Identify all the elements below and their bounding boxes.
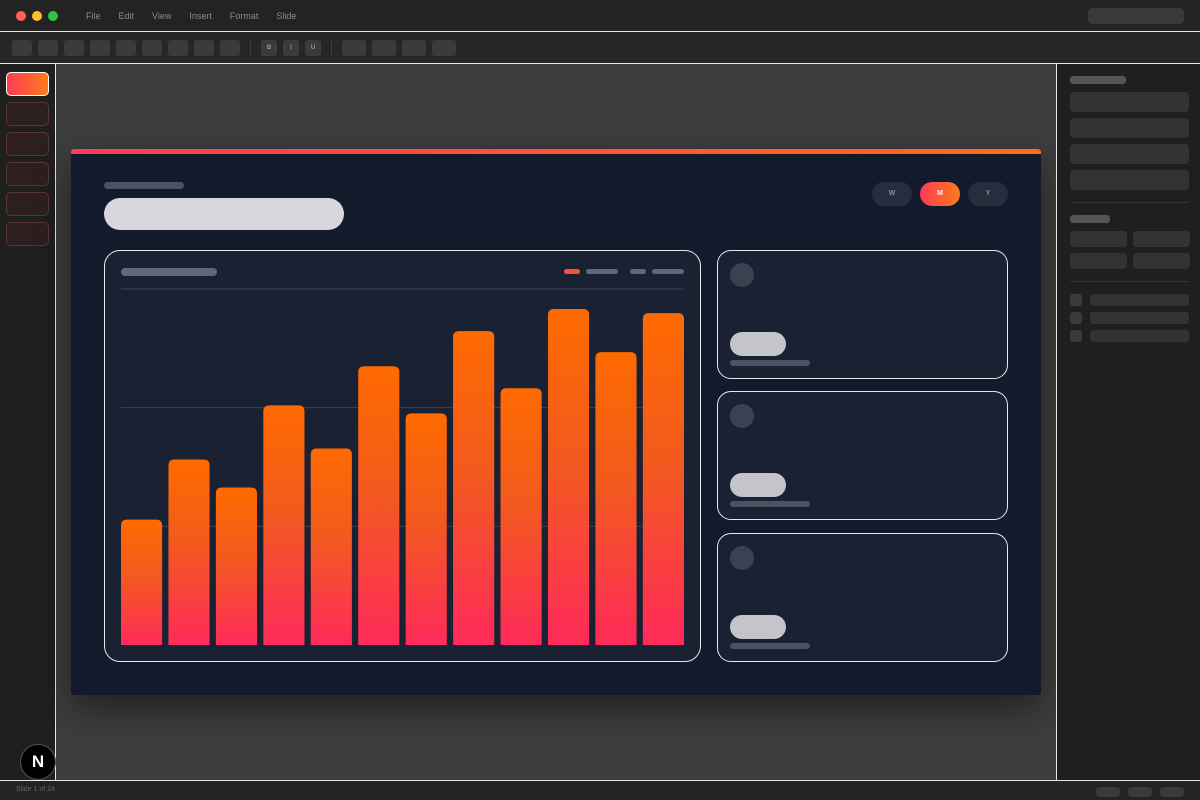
toolbar-divider <box>250 40 251 56</box>
slide-thumbnail-rail <box>0 64 56 780</box>
bold-button[interactable]: B <box>261 40 277 56</box>
toolbar-button-11[interactable] <box>372 40 396 56</box>
status-bar: Slide 1 of 24 <box>0 780 1200 800</box>
inspector-checkbox-3[interactable] <box>1070 330 1082 342</box>
inspector-half-field-3[interactable] <box>1070 253 1127 269</box>
italic-button[interactable]: I <box>283 40 299 56</box>
toolbar-button-2[interactable] <box>38 40 58 56</box>
chart-bar-8 <box>453 331 495 645</box>
kpi-label-placeholder <box>730 501 810 507</box>
chart-bar-6 <box>358 366 400 645</box>
inspector-checkbox-2[interactable] <box>1070 312 1082 324</box>
inspector-divider <box>1070 281 1189 282</box>
inspector-option-3 <box>1090 330 1189 342</box>
range-button-month[interactable]: M <box>920 182 960 206</box>
toolbar-button-8[interactable] <box>194 40 214 56</box>
chart-bar-3 <box>215 487 258 645</box>
inspector-option-2 <box>1090 312 1189 324</box>
bar-chart <box>121 288 684 645</box>
kpi-value-placeholder <box>730 332 786 356</box>
kpi-card-3 <box>717 533 1008 662</box>
chart-bar-11 <box>595 352 637 645</box>
kpi-card-2 <box>717 391 1008 520</box>
inspector-section-label <box>1070 76 1126 84</box>
inspector-half-field-4[interactable] <box>1133 253 1190 269</box>
slide-accent-bar <box>71 149 1041 154</box>
toolbar-button-4[interactable] <box>90 40 110 56</box>
menu-view[interactable]: View <box>152 11 171 21</box>
close-window-button[interactable] <box>16 11 26 21</box>
inspector-divider <box>1070 202 1189 203</box>
chart-bar-5 <box>310 448 352 645</box>
toolbar-button-7[interactable] <box>168 40 188 56</box>
kpi-value-placeholder <box>730 615 786 639</box>
underline-button[interactable]: U <box>305 40 321 56</box>
toolbar-button-12[interactable] <box>402 40 426 56</box>
toolbar-button-6[interactable] <box>142 40 162 56</box>
menu-bar: File Edit View Insert Format Slide <box>86 0 314 32</box>
inspector-field-1[interactable] <box>1070 92 1189 112</box>
toolbar-button-3[interactable] <box>64 40 84 56</box>
slide-counter: Slide 1 of 24 <box>16 786 55 793</box>
status-button-1[interactable] <box>1096 787 1120 797</box>
maximize-window-button[interactable] <box>48 11 58 21</box>
slide-thumbnail-4[interactable] <box>6 162 49 186</box>
menu-file[interactable]: File <box>86 11 101 21</box>
inspector-panel <box>1056 64 1200 780</box>
toolbar: B I U <box>0 32 1200 64</box>
inspector-half-field-1[interactable] <box>1070 231 1127 247</box>
inspector-option-1 <box>1090 294 1189 306</box>
chart-bar-10 <box>547 309 590 645</box>
circle-icon <box>730 263 754 287</box>
title-bar: File Edit View Insert Format Slide <box>0 0 1200 32</box>
circle-icon <box>730 404 754 428</box>
chart-bar-1 <box>121 519 163 645</box>
toolbar-button-10[interactable] <box>342 40 366 56</box>
chart-bar-2 <box>168 459 210 645</box>
menu-edit[interactable]: Edit <box>119 11 135 21</box>
slide-thumbnail-6[interactable] <box>6 222 49 246</box>
toolbar-divider <box>331 40 332 56</box>
chart-bar-4 <box>263 405 305 645</box>
slide-thumbnail-2[interactable] <box>6 102 49 126</box>
slide-title-placeholder <box>104 198 344 230</box>
status-button-2[interactable] <box>1128 787 1152 797</box>
toolbar-button-5[interactable] <box>116 40 136 56</box>
kpi-label-placeholder <box>730 360 810 366</box>
inspector-field-4[interactable] <box>1070 170 1189 190</box>
range-button-year[interactable]: Y <box>968 182 1008 206</box>
chart-bar-7 <box>405 413 447 645</box>
inspector-half-field-2[interactable] <box>1133 231 1190 247</box>
status-button-3[interactable] <box>1160 787 1184 797</box>
inspector-section-label <box>1070 215 1110 223</box>
slide-thumbnail-3[interactable] <box>6 132 49 156</box>
menu-slide[interactable]: Slide <box>276 11 296 21</box>
menu-format[interactable]: Format <box>230 11 259 21</box>
kpi-value-placeholder <box>730 473 786 497</box>
logo-icon[interactable]: N <box>20 744 56 780</box>
circle-icon <box>730 546 754 570</box>
toolbar-button-13[interactable] <box>432 40 456 56</box>
kpi-label-placeholder <box>730 643 810 649</box>
inspector-checkbox-1[interactable] <box>1070 294 1082 306</box>
search-input[interactable] <box>1088 8 1184 24</box>
slide-thumbnail-5[interactable] <box>6 192 49 216</box>
slide-thumbnail-1[interactable] <box>6 72 49 96</box>
toolbar-button-9[interactable] <box>220 40 240 56</box>
slide-kicker-placeholder <box>104 182 184 189</box>
inspector-field-3[interactable] <box>1070 144 1189 164</box>
minimize-window-button[interactable] <box>32 11 42 21</box>
range-button-week[interactable]: W <box>872 182 912 206</box>
inspector-field-2[interactable] <box>1070 118 1189 138</box>
chart-bar-12 <box>642 313 684 645</box>
bar-chart-card <box>104 250 701 662</box>
slide[interactable]: W M Y <box>71 149 1041 695</box>
kpi-card-1 <box>717 250 1008 379</box>
toolbar-button-1[interactable] <box>12 40 32 56</box>
menu-insert[interactable]: Insert <box>189 11 212 21</box>
chart-bar-9 <box>500 388 542 645</box>
